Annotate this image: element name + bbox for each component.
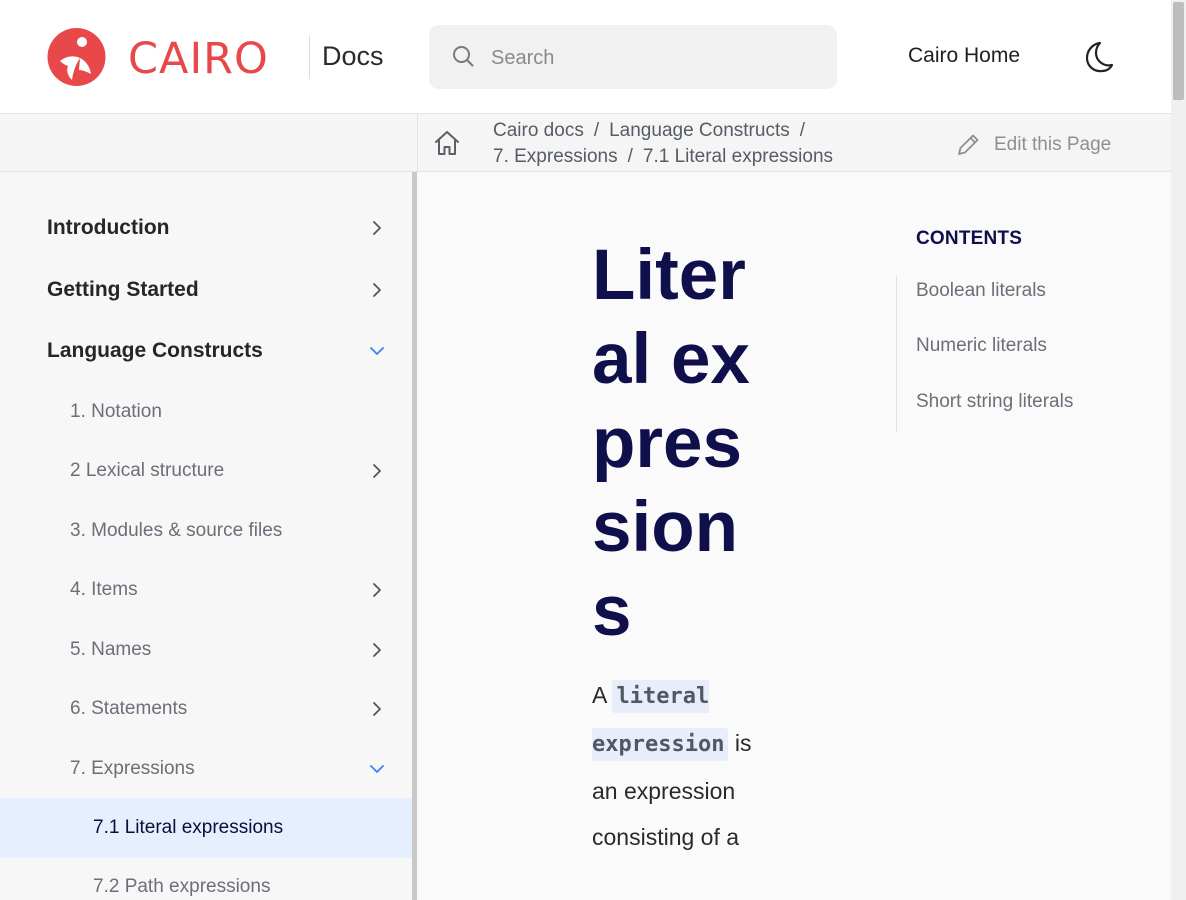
search-icon [453,46,474,67]
sidebar-item-modules[interactable]: 3. Modules & source files [0,503,412,559]
chevron-right-icon[interactable] [369,463,385,479]
chevron-right-icon[interactable] [369,582,385,598]
toc-link-numeric-literals[interactable]: Numeric literals [916,335,1047,357]
logo-divider [309,35,310,79]
chevron-right-icon[interactable] [369,701,385,717]
chevron-down-icon[interactable] [369,343,385,359]
sidebar-item-label: 1. Notation [70,401,162,422]
sidebar-item-label: 6. Statements [70,698,188,719]
sidebar-item-label: 3. Modules & source files [70,520,283,541]
sidebar-item-literal-expressions[interactable]: 7.1 Literal expressions [0,798,412,858]
pencil-icon [958,134,979,155]
sidebar-item-label: Language Constructs [47,339,263,362]
logo-wordmark[interactable]: CAIRO [128,34,269,84]
sidebar-item-label: 7. Expressions [70,758,195,779]
breadcrumb-separator: / [593,120,600,141]
moon-icon[interactable] [1079,38,1117,76]
sidebar-item-label: 2 Lexical structure [70,460,225,481]
breadcrumb-item[interactable]: 7. Expressions [493,146,618,167]
page-title: Literal expressions [592,236,750,651]
breadcrumb-bar: Cairo docs / Language Constructs / 7. Expres… [0,114,1171,172]
breadcrumb: Cairo docs / Language Constructs / 7. Expres… [493,118,913,170]
logo-docs-label[interactable]: Docs [322,40,384,72]
top-header: CAIRO Docs Cairo Home [0,0,1171,114]
sidebar-item-label: 7.1 Literal expressions [93,817,284,838]
sidebar-item-language-constructs[interactable]: Language Constructs [0,323,412,379]
cairo-logo-icon[interactable] [46,28,107,86]
cairo-home-link[interactable]: Cairo Home [908,42,1020,70]
breadcrumb-item[interactable]: Cairo docs [493,120,584,141]
breadcrumb-item[interactable]: 7.1 Literal expressions [643,146,833,167]
sidebar-item-label: 5. Names [70,639,152,660]
edit-page-link[interactable]: Edit this Page [954,131,1111,159]
home-icon[interactable] [432,128,462,158]
toc-heading: CONTENTS [916,228,1023,249]
chevron-down-icon[interactable] [369,761,385,777]
page-scrollbar-thumb[interactable] [1173,2,1184,100]
sidebar-item-label: Introduction [47,216,170,239]
breadcrumb-divider [417,114,418,172]
toc-divider [896,276,897,432]
sidebar-item-names[interactable]: 5. Names [0,622,412,678]
breadcrumb-separator: / [627,146,633,167]
inline-code: literal expression [592,680,729,761]
sidebar-item-introduction[interactable]: Introduction [0,200,412,256]
chevron-right-icon[interactable] [369,282,385,298]
sidebar-nav: Introduction Getting Started Language Co… [0,172,412,900]
breadcrumb-separator: / [799,120,806,141]
search-input[interactable] [489,25,823,91]
sidebar-item-label: 7.2 Path expressions [93,876,271,897]
breadcrumb-item[interactable]: Language Constructs [609,120,790,141]
toc-link-short-string-literals[interactable]: Short string literals [916,391,1073,413]
intro-paragraph: A literal expression is an expression co… [592,672,762,860]
edit-page-label: Edit this Page [994,134,1112,155]
sidebar-item-label: 4. Items [70,579,138,600]
paragraph-text: A [592,682,607,708]
chevron-right-icon[interactable] [369,220,385,236]
sidebar-item-path-expressions[interactable]: 7.2 Path expressions [0,859,412,900]
sidebar-item-items[interactable]: 4. Items [0,562,412,618]
sidebar-item-getting-started[interactable]: Getting Started [0,262,412,318]
sidebar-item-expressions[interactable]: 7. Expressions [0,741,412,797]
sidebar-item-statements[interactable]: 6. Statements [0,681,412,737]
sidebar-item-lexical-structure[interactable]: 2 Lexical structure [0,443,412,499]
sidebar-item-label: Getting Started [47,278,199,301]
chevron-right-icon[interactable] [369,642,385,658]
page-scrollbar-track[interactable] [1171,0,1186,900]
sidebar-item-notation[interactable]: 1. Notation [0,384,412,440]
search-box[interactable] [429,25,837,91]
main-content: Literal expressions A literal expression… [417,172,1171,900]
toc-link-boolean-literals[interactable]: Boolean literals [916,280,1046,302]
